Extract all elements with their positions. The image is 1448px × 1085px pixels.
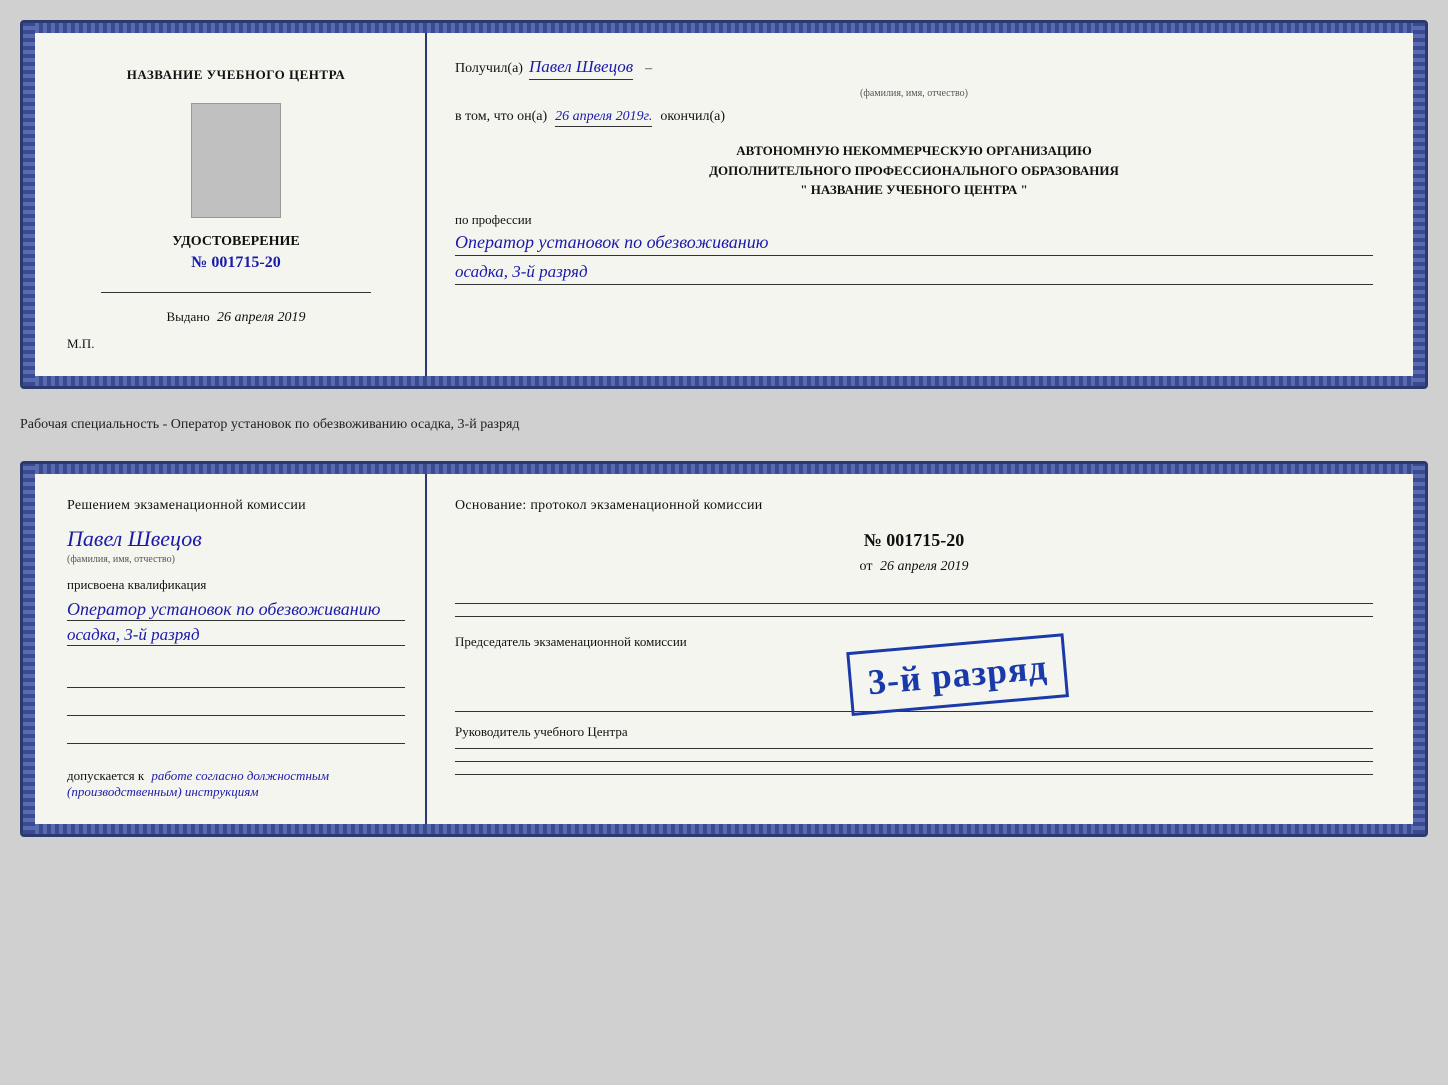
- profession-rank: осадка, 3-й разряд: [455, 262, 1373, 285]
- doc1-left-panel: НАЗВАНИЕ УЧЕБНОГО ЦЕНТРА УДОСТОВЕРЕНИЕ №…: [47, 33, 427, 376]
- divider-1: [455, 603, 1373, 604]
- divider-3: [455, 711, 1373, 712]
- left-strip-1: [23, 23, 35, 386]
- finished-word: окончил(а): [660, 109, 725, 125]
- doc2-left-content: Решением экзаменационной комиссии Павел …: [67, 498, 405, 800]
- handwritten-date: 26 апреля 2019г.: [555, 109, 652, 127]
- dash: –: [645, 61, 652, 77]
- page-wrapper: НАЗВАНИЕ УЧЕБНОГО ЦЕНТРА УДОСТОВЕРЕНИЕ №…: [20, 20, 1428, 837]
- qual-rank: осадка, 3-й разряд: [67, 625, 405, 646]
- received-prefix: Получил(а): [455, 61, 523, 77]
- divider-2: [455, 616, 1373, 617]
- top-strip-1: [23, 23, 1425, 33]
- stamp-text: 3-й разряд: [866, 646, 1049, 704]
- bottom-strip-1: [23, 376, 1425, 386]
- divider-5: [455, 761, 1373, 762]
- doc2-left-panel: Решением экзаменационной комиссии Павел …: [47, 474, 427, 824]
- received-line: Получил(а) Павел Швецов –: [455, 57, 1373, 80]
- separator-text: Рабочая специальность - Оператор установ…: [20, 407, 1428, 443]
- basis-title: Основание: протокол экзаменационной коми…: [455, 498, 1373, 514]
- doc1-right-panel: Получил(а) Павел Швецов – (фамилия, имя,…: [427, 33, 1401, 376]
- right-strip-2: [1413, 464, 1425, 834]
- decision-title: Решением экзаменационной комиссии: [67, 498, 306, 514]
- document-card-1: НАЗВАНИЕ УЧЕБНОГО ЦЕНТРА УДОСТОВЕРЕНИЕ №…: [20, 20, 1428, 389]
- org-line2: ДОПОЛНИТЕЛЬНОГО ПРОФЕССИОНАЛЬНОГО ОБРАЗО…: [455, 161, 1373, 181]
- top-strip-2: [23, 464, 1425, 474]
- issued-line: Выдано 26 апреля 2019: [167, 309, 306, 326]
- org-block: АВТОНОМНУЮ НЕКОММЕРЧЕСКУЮ ОРГАНИЗАЦИЮ ДО…: [455, 141, 1373, 200]
- admitted-text: допускается к работе согласно должностны…: [67, 768, 405, 800]
- cert-label: УДОСТОВЕРЕНИЕ: [172, 234, 299, 250]
- bottom-strip-2: [23, 824, 1425, 834]
- profession-label: по профессии: [455, 212, 1373, 228]
- fio-label-2: (фамилия, имя, отчество): [67, 554, 175, 565]
- fio-label-1: (фамилия, имя, отчество): [455, 88, 1373, 99]
- document-card-2: Решением экзаменационной комиссии Павел …: [20, 461, 1428, 837]
- doc2-right-panel: Основание: протокол экзаменационной коми…: [427, 474, 1401, 824]
- org-line3: " НАЗВАНИЕ УЧЕБНОГО ЦЕНТРА ": [455, 180, 1373, 200]
- person-name-large: Павел Швецов: [67, 526, 202, 552]
- right-strip-1: [1413, 23, 1425, 386]
- divider-6: [455, 774, 1373, 775]
- doc1-inner: НАЗВАНИЕ УЧЕБНОГО ЦЕНТРА УДОСТОВЕРЕНИЕ №…: [35, 33, 1413, 376]
- stamp-container: 3-й разряд: [849, 643, 1067, 707]
- admitted-prefix: допускается к: [67, 768, 144, 783]
- sig-line-2: [67, 696, 405, 716]
- sig-line-3: [67, 724, 405, 744]
- cert-number: № 001715-20: [191, 254, 280, 272]
- doc2-inner: Решением экзаменационной комиссии Павел …: [35, 474, 1413, 824]
- head-label: Руководитель учебного Центра: [455, 724, 1373, 740]
- divider-4: [455, 748, 1373, 749]
- in-that-line: в том, что он(а) 26 апреля 2019г. окончи…: [455, 109, 1373, 127]
- photo-placeholder: [191, 103, 281, 218]
- from-date-line: от 26 апреля 2019: [455, 559, 1373, 575]
- mp-label: М.П.: [67, 336, 94, 352]
- stamp: 3-й разряд: [846, 633, 1069, 716]
- issued-date: 26 апреля 2019: [217, 310, 305, 325]
- doc2-right-content: Основание: протокол экзаменационной коми…: [455, 498, 1373, 781]
- doc1-right-content: Получил(а) Павел Швецов – (фамилия, имя,…: [455, 57, 1373, 285]
- from-date-val: 26 апреля 2019: [880, 559, 968, 574]
- doc1-training-center-title: НАЗВАНИЕ УЧЕБНОГО ЦЕНТРА: [127, 67, 346, 83]
- org-line1: АВТОНОМНУЮ НЕКОММЕРЧЕСКУЮ ОРГАНИЗАЦИЮ: [455, 141, 1373, 161]
- issued-label: Выдано: [167, 309, 210, 324]
- qual-name: Оператор установок по обезвоживанию: [67, 599, 405, 621]
- received-name: Павел Швецов: [529, 57, 633, 80]
- left-strip-2: [23, 464, 35, 834]
- doc1-left-content: НАЗВАНИЕ УЧЕБНОГО ЦЕНТРА УДОСТОВЕРЕНИЕ №…: [67, 57, 405, 352]
- sig-line-1: [67, 668, 405, 688]
- in-that-prefix: в том, что он(а): [455, 109, 547, 125]
- assigned-label: присвоена квалификация: [67, 577, 206, 593]
- protocol-number: № 001715-20: [455, 530, 1373, 551]
- profession-name: Оператор установок по обезвоживанию: [455, 232, 1373, 256]
- from-prefix: от: [860, 559, 873, 574]
